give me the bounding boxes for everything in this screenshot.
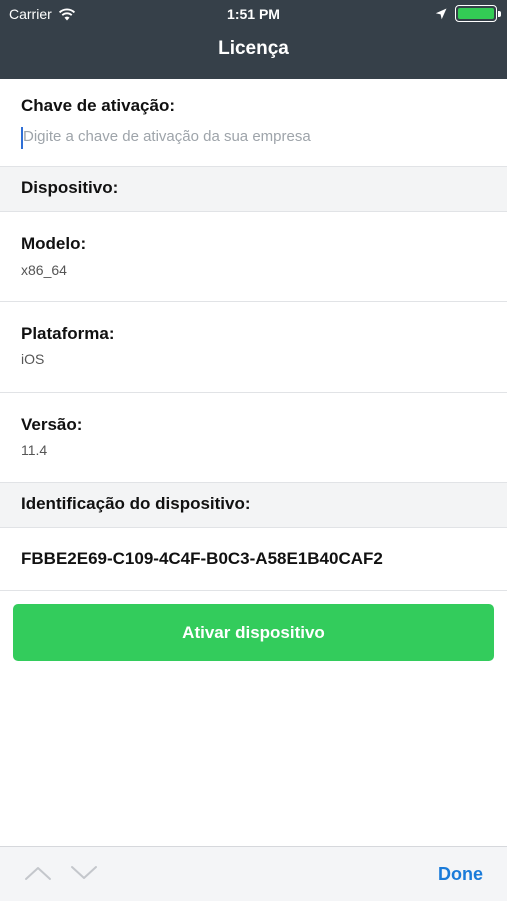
status-right bbox=[435, 5, 501, 22]
activation-key-input[interactable] bbox=[21, 123, 488, 149]
location-arrow-icon bbox=[435, 8, 447, 19]
version-row: Versão: 11.4 bbox=[0, 393, 507, 482]
device-id-header-label: Identificação do dispositivo: bbox=[21, 494, 251, 513]
device-id-value: FBBE2E69-C109-4C4F-B0C3-A58E1B40CAF2 bbox=[21, 549, 383, 568]
device-id-section-header: Identificação do dispositivo: bbox=[0, 483, 507, 527]
battery-tip bbox=[498, 11, 501, 17]
model-row: Modelo: x86_64 bbox=[0, 212, 507, 301]
platform-value: iOS bbox=[21, 351, 45, 367]
done-button[interactable]: Done bbox=[438, 864, 483, 885]
platform-row: Plataforma: iOS bbox=[0, 302, 507, 392]
activate-device-button[interactable]: Ativar dispositivo bbox=[13, 604, 494, 661]
device-header-label: Dispositivo: bbox=[21, 178, 119, 197]
chevron-up-icon[interactable] bbox=[24, 863, 52, 883]
model-value: x86_64 bbox=[21, 262, 67, 278]
battery-level bbox=[458, 8, 494, 19]
activation-key-label: Chave de ativação: bbox=[21, 96, 176, 115]
divider bbox=[0, 590, 507, 591]
status-time: 1:51 PM bbox=[227, 6, 280, 22]
model-label: Modelo: bbox=[21, 234, 87, 253]
chevron-down-icon[interactable] bbox=[70, 863, 98, 883]
app-header: Carrier 1:51 PM Licença bbox=[0, 0, 507, 79]
device-id-row: FBBE2E69-C109-4C4F-B0C3-A58E1B40CAF2 bbox=[0, 528, 507, 590]
battery-icon bbox=[455, 5, 501, 22]
device-section-header: Dispositivo: bbox=[0, 167, 507, 211]
status-bar: Carrier 1:51 PM bbox=[0, 0, 507, 28]
page-title: Licença bbox=[218, 38, 289, 59]
platform-label: Plataforma: bbox=[21, 324, 115, 343]
version-value: 11.4 bbox=[21, 442, 48, 458]
version-label: Versão: bbox=[21, 415, 83, 434]
keyboard-toolbar: Done bbox=[0, 846, 507, 901]
